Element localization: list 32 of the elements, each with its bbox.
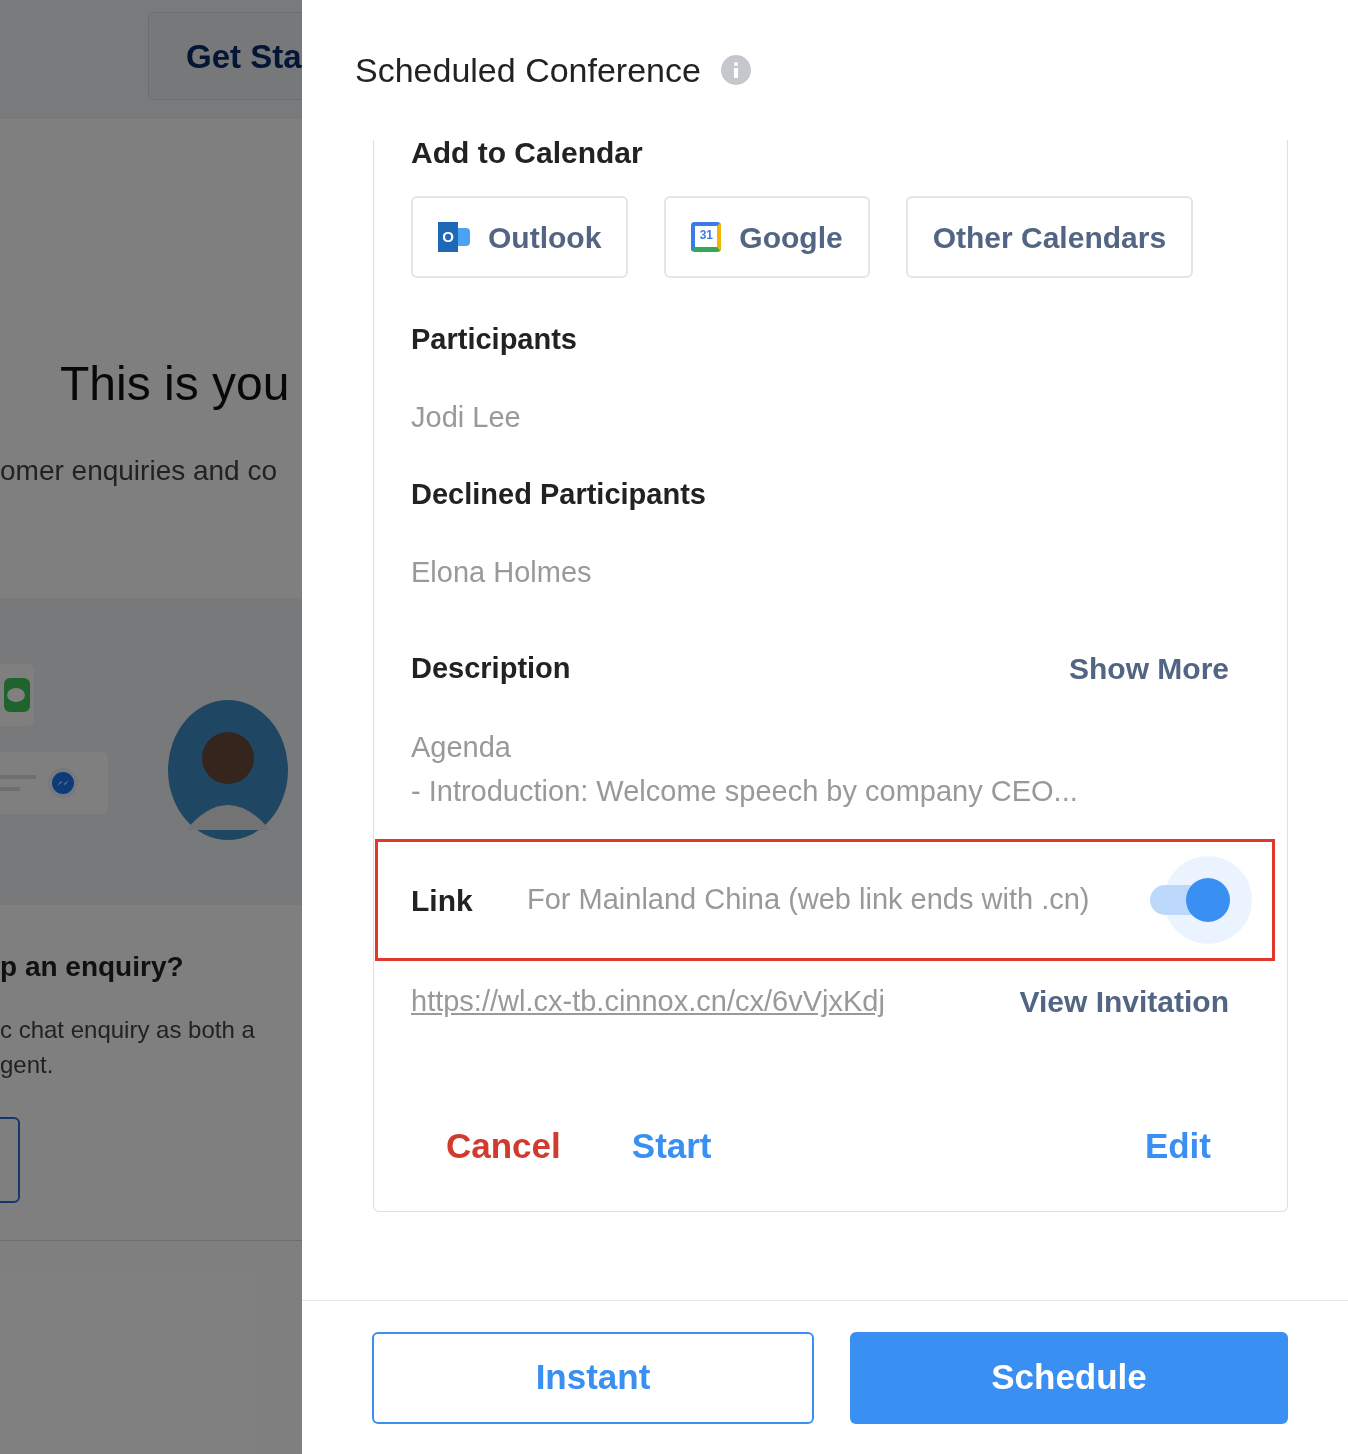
start-button[interactable]: Start (631, 1120, 712, 1173)
info-icon[interactable] (720, 55, 751, 85)
toggle-switch[interactable] (1150, 856, 1252, 944)
section-heading: Description (411, 650, 571, 686)
section-heading: Add to Calendar (411, 138, 644, 168)
calendar-icon: 31 (691, 222, 722, 252)
show-more-link[interactable]: Show More (1069, 646, 1229, 691)
description-line: Agenda (411, 730, 512, 765)
instant-button[interactable]: Instant (372, 1331, 814, 1424)
cancel-button[interactable]: Cancel (446, 1120, 561, 1173)
participant-name: Elona Holmes (411, 554, 593, 590)
link-option: For Mainland China (web link ends with .cn) (527, 878, 1150, 922)
section-paragraph: c chat enquiry as both a gent. (0, 1015, 255, 1080)
section-heading: Participants (411, 322, 578, 357)
link-label: Link (411, 882, 474, 919)
messenger-icon (48, 768, 78, 798)
headline: This is you (60, 356, 290, 412)
view-invitation-link[interactable]: View Invitation (1019, 979, 1229, 1024)
section-heading: Declined Participants (411, 477, 707, 512)
drawer-title: Scheduled Conference (355, 49, 701, 91)
chat-bubble-icon (4, 678, 30, 712)
url-link[interactable]: https://wl.cx-tb.cinnox.cn/cx/6vVjxKdj (411, 979, 885, 1024)
description-line: - Introduction: Welcome speech by company CEO... (411, 774, 1079, 809)
calendar-button[interactable]: Other Calendars (905, 196, 1194, 278)
edit-button[interactable]: Edit (1144, 1120, 1211, 1173)
get-started-button[interactable]: Get Sta (148, 12, 302, 100)
section-heading: p an enquiry? (0, 950, 184, 984)
calendar-button[interactable]: O Outlook (411, 196, 629, 278)
subtitle: omer enquiries and co (0, 454, 278, 488)
calendar-button[interactable]: 31 Google (664, 196, 870, 278)
schedule-button[interactable]: Schedule (850, 1331, 1288, 1424)
participant-name: Jodi Lee (411, 399, 522, 435)
